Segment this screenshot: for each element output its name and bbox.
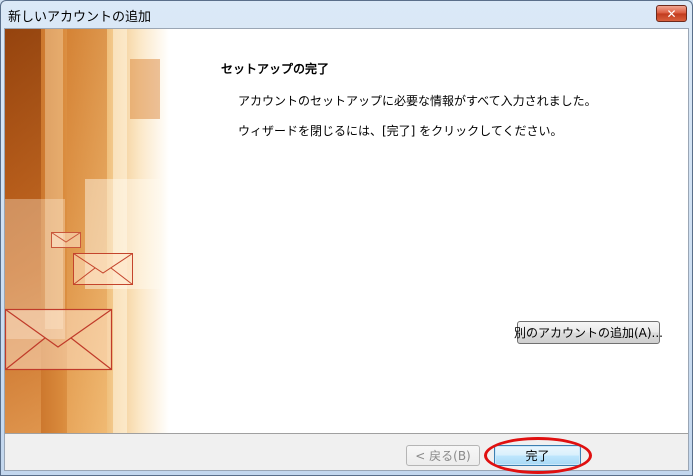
info-text-instruction: ウィザードを閉じるには、[完了] をクリックしてください。: [238, 124, 563, 138]
envelope-icon: [51, 232, 81, 248]
close-button[interactable]: ✕: [656, 5, 687, 22]
info-text-complete: アカウントのセットアップに必要な情報がすべて入力されました。: [238, 94, 597, 108]
wizard-banner-image: [5, 29, 169, 433]
close-icon: ✕: [666, 6, 677, 21]
wizard-window: 新しいアカウントの追加 ✕ セットアップの完了 アカウントのセットアップに必要な…: [0, 0, 693, 476]
envelope-icon: [73, 253, 133, 285]
add-another-account-button[interactable]: 別のアカウントの追加(A)...: [514, 321, 663, 344]
back-button[interactable]: < 戻る(B): [406, 445, 480, 466]
title-bar[interactable]: 新しいアカウントの追加 ✕: [1, 1, 692, 28]
page-heading: セットアップの完了: [221, 62, 330, 76]
dialog-client-area: セットアップの完了 アカウントのセットアップに必要な情報がすべて入力されました。…: [4, 28, 689, 474]
window-title: 新しいアカウントの追加: [8, 10, 152, 25]
envelope-icon: [5, 308, 113, 371]
wizard-content-panel: セットアップの完了 アカウントのセットアップに必要な情報がすべて入力されました。…: [5, 29, 688, 434]
finish-button[interactable]: 完了: [494, 445, 581, 466]
